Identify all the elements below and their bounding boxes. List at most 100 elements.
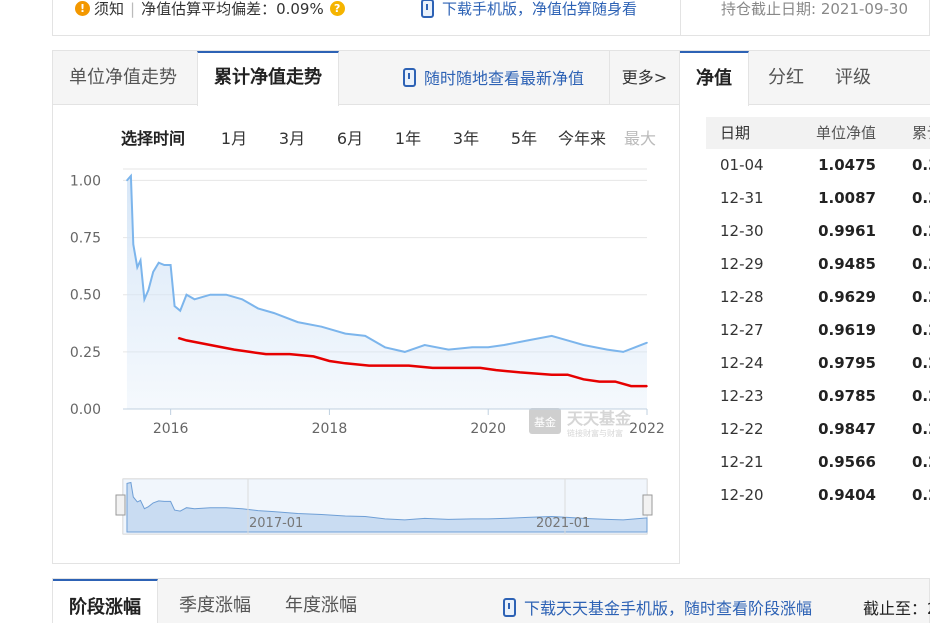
nav-point [296, 321, 299, 323]
tab-rating[interactable]: 评级 [835, 51, 871, 105]
row-unit-nav: 0.9566 [818, 453, 876, 471]
benchmark-point [630, 385, 632, 387]
row-unit-nav: 0.9485 [818, 255, 876, 273]
performance-tabs: 阶段涨幅 季度涨幅 年度涨幅 下载天天基金手机版，随时查看阶段涨幅 截止至：2 [52, 578, 930, 623]
range-3m[interactable]: 3月 [263, 125, 321, 149]
benchmark-point [249, 351, 251, 353]
nav-point [447, 348, 450, 351]
nav-point [384, 346, 386, 349]
benchmark-point [185, 339, 188, 342]
benchmark-point [479, 367, 482, 369]
range-5y[interactable]: 5年 [495, 125, 553, 149]
watermark-logo: 基金 天天基金 链接财富与财富 [529, 408, 632, 438]
nav-point [503, 344, 505, 346]
nav-chart: 基金 天天基金 链接财富与财富 0.00 0.25 0.50 0.75 1.00 2016… [70, 168, 665, 535]
row-cumulative: 0.2 [912, 354, 930, 372]
header-cumulative: 累计 [912, 124, 930, 142]
tab-cumulative-nav[interactable]: 累计净值走势 [197, 51, 339, 106]
benchmark-point [455, 367, 458, 369]
row-date: 12-27 [720, 321, 764, 339]
tab-annual-return[interactable]: 年度涨幅 [285, 579, 357, 623]
latest-nav-link[interactable]: 随时随地查看最新净值 [403, 65, 584, 89]
nav-point [606, 348, 609, 351]
watermark-badge-text: 基金 [534, 415, 556, 429]
y-tick-label: 0.00 [70, 402, 101, 418]
table-row: 01-04 1.0475 0.3 [706, 149, 930, 182]
row-unit-nav: 1.0475 [818, 156, 876, 174]
benchmark-point [408, 364, 410, 367]
nav-point [527, 339, 529, 342]
nav-point [157, 261, 160, 264]
row-date: 12-31 [720, 189, 764, 207]
help-icon[interactable]: ? [329, 1, 345, 16]
row-cumulative: 0.3 [912, 156, 930, 174]
range-6m[interactable]: 6月 [321, 125, 379, 149]
row-cumulative: 0.2 [912, 387, 930, 405]
row-cumulative: 0.2 [912, 288, 930, 306]
navigator-handle-right[interactable] [642, 494, 653, 516]
range-3y[interactable]: 3年 [437, 125, 495, 149]
row-unit-nav: 0.9961 [818, 222, 876, 240]
tab-period-return[interactable]: 阶段涨幅 [53, 579, 158, 623]
tab-unit-nav[interactable]: 单位净值走势 [53, 51, 193, 105]
notice-link[interactable]: 须知 [94, 0, 124, 19]
range-title: 选择时间 [121, 129, 186, 148]
nav-error-label: 净值估算平均偏差：0.09% [141, 0, 324, 18]
nav-history-panel: 净值 分红 评级 日期 单位净值 累计 01-041.04750.312-311… [680, 50, 930, 564]
table-body: 01-04 1.0475 0.3 12-31 1.0087 0.3 12-30 0.9961 0… [706, 149, 930, 512]
nav-point [143, 298, 146, 301]
nav-point [169, 264, 172, 266]
benchmark-point [598, 380, 601, 383]
navigator-label: 2017-01 [249, 516, 303, 531]
phone-icon [503, 597, 516, 617]
row-cumulative: 0.2 [912, 222, 930, 240]
range-1y[interactable]: 1年 [379, 125, 437, 149]
nav-point [344, 332, 347, 335]
range-ytd[interactable]: 今年来 [553, 125, 611, 149]
nav-point [471, 346, 474, 349]
benchmark-point [392, 364, 394, 367]
nav-point [423, 344, 426, 346]
nav-point [257, 307, 259, 310]
nav-point [622, 351, 624, 353]
row-cumulative: 0.2 [912, 453, 930, 471]
table-row: 12-24 0.9795 0.2 [706, 347, 930, 380]
download-app-link[interactable]: 下载手机版，净值估算随身看 [421, 0, 637, 19]
nav-point [487, 346, 490, 349]
range-navigator[interactable]: 2017-01 2021-01 [115, 478, 653, 535]
row-unit-nav: 1.0087 [818, 189, 876, 207]
x-tick-label: 2022 [629, 421, 665, 437]
range-1m[interactable]: 1月 [205, 125, 263, 149]
navigator-handle-left[interactable] [115, 494, 126, 516]
header-unit-nav: 单位净值 [815, 124, 876, 142]
row-unit-nav: 0.9785 [818, 387, 876, 405]
nav-point [320, 325, 323, 328]
nav-point [646, 341, 648, 344]
table-row: 12-28 0.9629 0.2 [706, 281, 930, 314]
nav-point [225, 293, 227, 296]
nav-point [173, 305, 176, 307]
tab-dividend[interactable]: 分红 [768, 51, 804, 105]
nav-chart-panel: 单位净值走势 累计净值走势 随时随地查看最新净值 更多> 选择时间 1月 3月 … [52, 50, 680, 564]
nav-point [404, 351, 406, 353]
table-row: 12-29 0.9485 0.2 [706, 248, 930, 281]
benchmark-point [368, 364, 370, 367]
tab-nav[interactable]: 净值 [680, 51, 749, 106]
table-row: 12-31 1.0087 0.3 [706, 182, 930, 215]
chart-tabs: 单位净值走势 累计净值走势 随时随地查看最新净值 更多> [53, 51, 679, 106]
nav-point [136, 266, 139, 269]
more-link[interactable]: 更多> [609, 51, 679, 105]
download-app-link[interactable]: 下载天天基金手机版，随时查看阶段涨幅 [503, 595, 812, 619]
table-row: 12-20 0.9404 0.2 [706, 479, 930, 512]
tab-quarter-return[interactable]: 季度涨幅 [179, 579, 251, 623]
nav-point [132, 243, 135, 246]
row-date: 12-28 [720, 288, 764, 306]
fund-page: ! 须知 | 净值估算平均偏差：0.09% ? 下载手机版，净值估算随身看 持仓… [0, 0, 930, 623]
nav-point [566, 339, 569, 342]
nav-point [193, 298, 196, 301]
table-header: 日期 单位净值 累计 [706, 117, 930, 149]
time-range-selector: 选择时间 1月 3月 6月 1年 3年 5年 今年来 最大 [121, 125, 669, 149]
row-date: 12-30 [720, 222, 764, 240]
row-cumulative: 0.2 [912, 420, 930, 438]
range-max[interactable]: 最大 [611, 125, 669, 149]
